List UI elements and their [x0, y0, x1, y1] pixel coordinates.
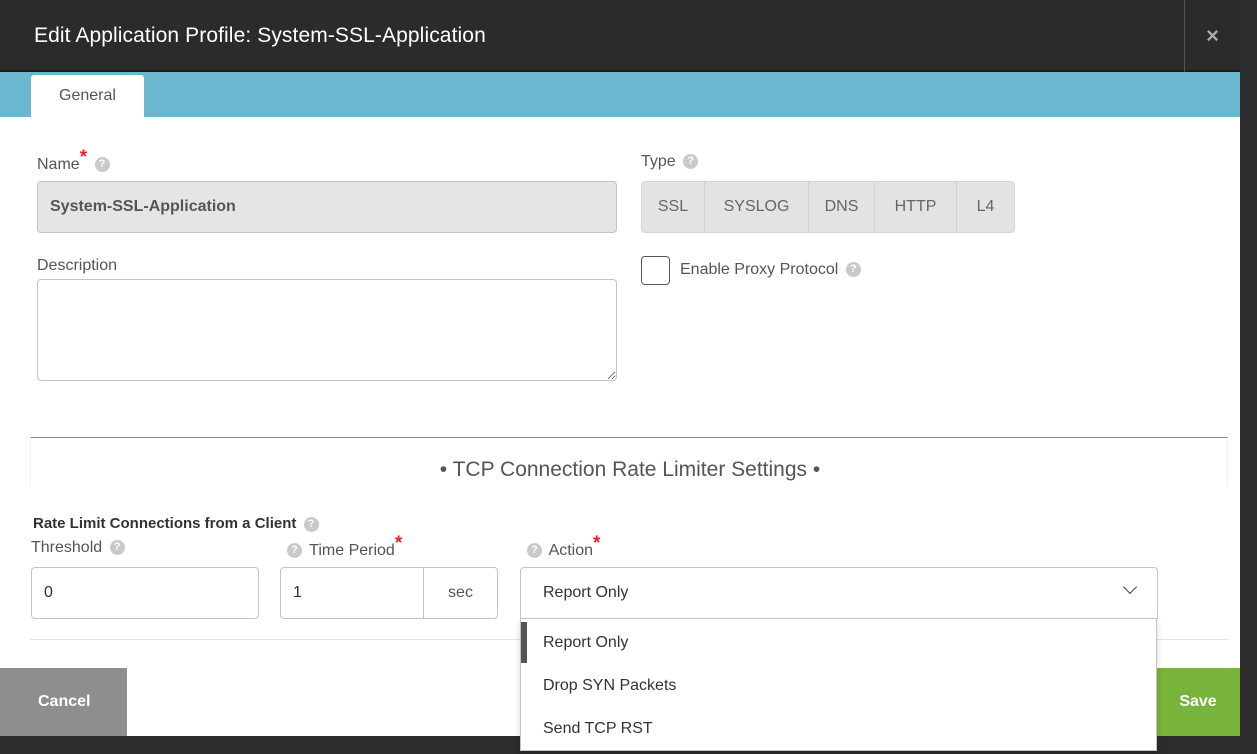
type-dns-button[interactable]: DNS — [809, 182, 875, 232]
close-icon[interactable]: × — [1185, 0, 1240, 72]
modal-header: Edit Application Profile: System-SSL-App… — [0, 0, 1240, 72]
description-label: Description — [37, 257, 118, 274]
type-l4-button[interactable]: L4 — [957, 182, 1014, 232]
proxy-protocol-label: Enable Proxy Protocol ? — [680, 261, 864, 279]
help-icon[interactable]: ? — [109, 540, 125, 556]
time-period-label: ? Time Period* — [284, 533, 402, 561]
threshold-input[interactable] — [31, 567, 259, 619]
threshold-label: Threshold ? — [31, 539, 128, 557]
action-label: ? Action* — [524, 533, 600, 561]
save-button[interactable]: Save — [1156, 668, 1240, 736]
time-unit-addon: sec — [424, 567, 498, 619]
action-label-text: Action — [548, 542, 594, 559]
action-dropdown-menu: Report Only Drop SYN Packets Send TCP RS… — [520, 618, 1157, 751]
dropdown-option-report-only[interactable]: Report Only — [521, 622, 1156, 663]
chevron-down-icon — [1122, 579, 1138, 595]
dropdown-option-send-rst[interactable]: Send TCP RST — [521, 708, 1156, 749]
rate-limit-label-text: Rate Limit Connections from a Client — [33, 515, 297, 532]
help-icon[interactable]: ? — [683, 154, 699, 170]
modal-content: Name* ? Description Type ? SSL SYSLOG DN… — [0, 117, 1240, 668]
section-title: • TCP Connection Rate Limiter Settings • — [439, 458, 821, 481]
type-label-text: Type — [641, 153, 676, 170]
name-label: Name* ? — [37, 147, 113, 175]
threshold-label-text: Threshold — [31, 539, 103, 556]
time-period-label-text: Time Period — [309, 542, 395, 559]
required-mark: * — [79, 147, 88, 168]
help-icon[interactable]: ? — [527, 543, 542, 559]
required-mark: * — [593, 533, 601, 554]
required-mark: * — [394, 533, 403, 554]
tab-bar: General — [0, 72, 1240, 117]
proxy-protocol-label-text: Enable Proxy Protocol — [680, 261, 839, 278]
tab-general[interactable]: General — [31, 75, 144, 117]
type-ssl-button[interactable]: SSL — [642, 182, 705, 232]
type-label: Type ? — [641, 153, 701, 171]
help-icon[interactable]: ? — [303, 516, 319, 532]
name-input[interactable] — [37, 181, 617, 233]
tcp-section-header: • TCP Connection Rate Limiter Settings • — [30, 437, 1228, 487]
dropdown-option-drop-syn[interactable]: Drop SYN Packets — [521, 665, 1156, 706]
action-select[interactable]: Report Only — [520, 567, 1158, 619]
action-selected-value: Report Only — [543, 584, 629, 601]
help-icon[interactable]: ? — [287, 543, 302, 559]
help-icon[interactable]: ? — [845, 262, 861, 278]
type-button-group: SSL SYSLOG DNS HTTP L4 — [641, 181, 1015, 233]
cancel-button[interactable]: Cancel — [0, 668, 127, 736]
description-textarea[interactable] — [37, 279, 617, 381]
name-label-text: Name — [37, 156, 80, 173]
time-period-input[interactable] — [280, 567, 424, 619]
rate-limit-label: Rate Limit Connections from a Client ? — [33, 515, 322, 532]
proxy-protocol-checkbox[interactable] — [641, 256, 670, 285]
help-icon[interactable]: ? — [94, 157, 110, 173]
type-syslog-button[interactable]: SYSLOG — [705, 182, 809, 232]
type-http-button[interactable]: HTTP — [875, 182, 957, 232]
modal-title: Edit Application Profile: System-SSL-App… — [34, 24, 486, 47]
